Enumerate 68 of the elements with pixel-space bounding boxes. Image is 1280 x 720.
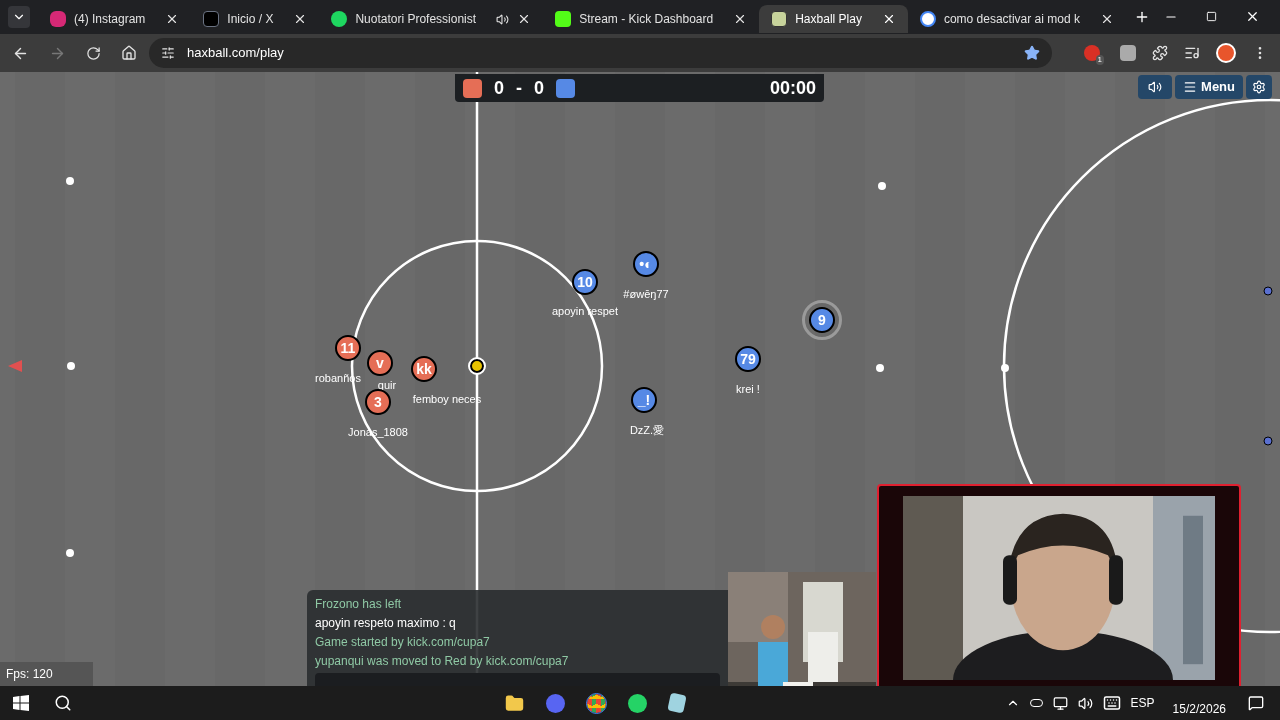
fps-counter: Fps: 120: [0, 662, 93, 686]
tab-title: Stream - Kick Dashboard: [579, 11, 714, 28]
tab-title: (4) Instagram: [74, 11, 146, 28]
notifications-icon[interactable]: [1248, 695, 1264, 711]
menu-button[interactable]: Menu: [1175, 75, 1243, 99]
settings-button[interactable]: [1246, 75, 1272, 99]
bookmark-star-icon[interactable]: [1023, 45, 1040, 61]
chat-message: yupanqui was moved to Red by kick.com/cupa7: [315, 653, 570, 670]
messaging-app-icon[interactable]: [628, 693, 647, 713]
score-separator: -: [516, 76, 522, 100]
chat-app-icon[interactable]: [546, 693, 565, 713]
language-indicator[interactable]: ESP: [1130, 694, 1155, 712]
search-icon[interactable]: [54, 694, 72, 712]
browser-tab[interactable]: Nuotatori Professionist: [319, 5, 544, 33]
tab-favicon-icon: [331, 11, 348, 27]
player-name: DzZ.愛: [629, 423, 665, 438]
team-color-icon: [556, 78, 576, 98]
player-name: #øwēŋ77: [623, 287, 669, 302]
sound-button[interactable]: [1138, 75, 1173, 99]
reload-icon[interactable]: [86, 45, 101, 61]
browser-tab[interactable]: Haxball Play: [759, 5, 908, 33]
network-icon[interactable]: [1052, 695, 1068, 711]
folder-icon[interactable]: [505, 693, 524, 713]
maximize-icon[interactable]: [1206, 11, 1217, 22]
tab-title: Nuotatori Professionist: [355, 11, 477, 28]
tab-title: Haxball Play: [795, 11, 862, 28]
game-timer: 00:00: [769, 76, 816, 100]
site-info-icon[interactable]: [161, 46, 175, 60]
chat-message: Frozono has left: [315, 596, 403, 613]
tab-search-button[interactable]: [8, 6, 30, 28]
tab-favicon-icon: [771, 11, 788, 27]
tab-favicon-icon: [555, 11, 572, 27]
tab-title: como desactivar ai mod k: [943, 11, 1080, 28]
browser-tab[interactable]: Inicio / X: [191, 5, 320, 33]
team-color-icon: [463, 78, 482, 98]
volume-icon[interactable]: [1077, 695, 1093, 711]
chat-input[interactable]: [315, 673, 720, 686]
close-window-icon[interactable]: [1245, 9, 1260, 24]
date-text: 15/2/2026: [1172, 701, 1226, 718]
profile-avatar[interactable]: [1216, 43, 1236, 63]
url-text: haxball.com/play: [187, 44, 285, 63]
browser-tab[interactable]: Stream - Kick Dashboard: [543, 5, 760, 33]
home-icon[interactable]: [121, 45, 137, 61]
extension-icon[interactable]: [1083, 45, 1100, 61]
browser-tab[interactable]: como desactivar ai mod k: [907, 5, 1126, 33]
sound-icon: [1148, 80, 1163, 94]
tab-favicon-icon: [50, 11, 66, 27]
address-bar[interactable]: haxball.com/play: [149, 38, 1052, 68]
audio-icon[interactable]: [496, 12, 510, 26]
windows-logo-icon[interactable]: [13, 695, 29, 711]
chat-message: apoyin respeto maximo : q: [315, 615, 457, 632]
extension-icon[interactable]: [1120, 45, 1136, 61]
score-text: 0: [494, 76, 504, 100]
keyboard-icon[interactable]: [1102, 694, 1121, 712]
browser-icon[interactable]: [587, 693, 606, 713]
menu-icon: [1183, 80, 1198, 94]
chat-message: Game started by kick.com/cupa7: [315, 634, 491, 651]
app-icon[interactable]: [667, 692, 687, 714]
tab-favicon-icon: [919, 11, 936, 27]
settings-icon: [1252, 80, 1266, 94]
browser-tab[interactable]: (4) Instagram: [38, 5, 192, 33]
player-name: krei !: [736, 382, 760, 397]
tab-favicon-icon: [203, 11, 220, 27]
extensions-icon[interactable]: [1152, 45, 1168, 61]
score-text: 0: [534, 76, 545, 100]
media-control-icon[interactable]: [1184, 45, 1200, 61]
extension-badge: 1: [1095, 55, 1104, 65]
tab-title: Inicio / X: [227, 11, 274, 28]
